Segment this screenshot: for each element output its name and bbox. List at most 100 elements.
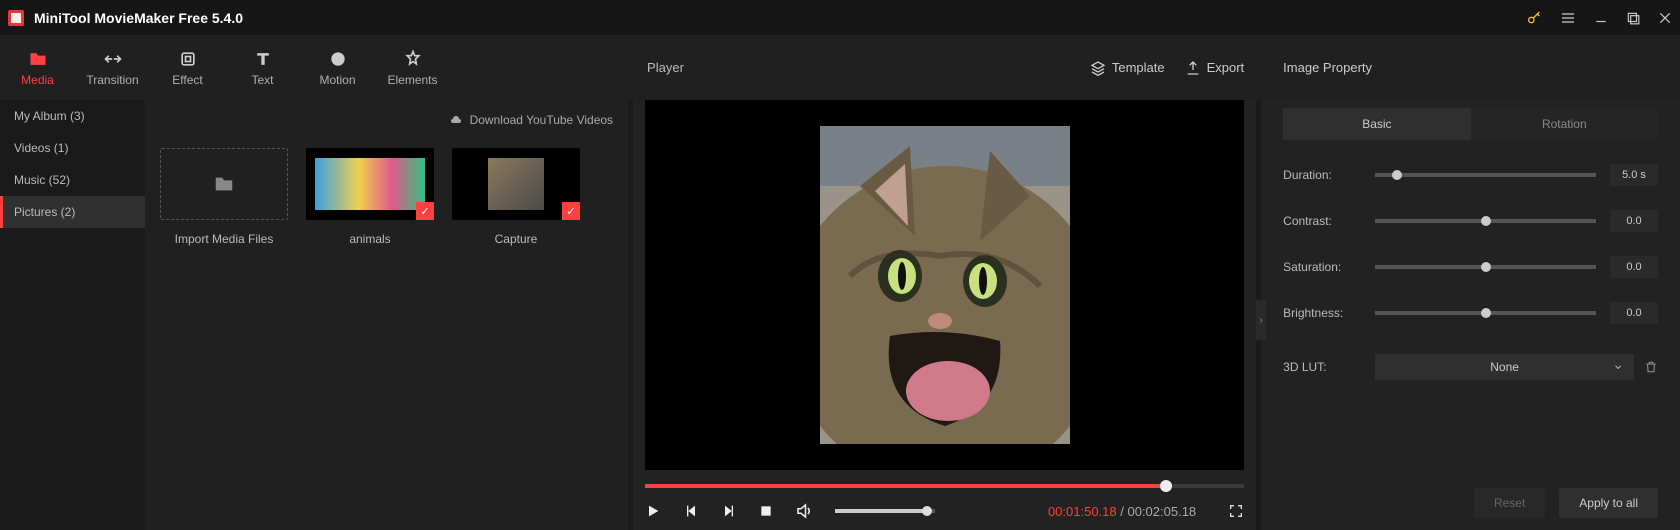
export-button[interactable]: Export — [1185, 60, 1245, 76]
volume-knob[interactable] — [922, 506, 932, 516]
tab-label: Transition — [86, 73, 138, 87]
text-icon — [253, 49, 273, 69]
sidebar-item-album[interactable]: My Album (3) — [0, 100, 145, 132]
total-time: 00:02:05.18 — [1127, 504, 1196, 519]
tab-label: Elements — [387, 73, 437, 87]
tab-label: Media — [21, 73, 54, 87]
download-youtube-link[interactable]: Download YouTube Videos — [160, 110, 613, 130]
check-icon: ✓ — [562, 202, 580, 220]
sidebar-item-label: My Album (3) — [14, 109, 85, 123]
import-media-button[interactable]: Import Media Files — [160, 148, 288, 246]
effect-icon — [178, 49, 198, 69]
prev-button[interactable] — [683, 503, 699, 519]
tab-label: Motion — [319, 73, 355, 87]
lut-select[interactable]: None — [1375, 354, 1634, 380]
button-label: Apply to all — [1579, 496, 1638, 510]
button-label: Reset — [1494, 496, 1525, 510]
tab-effect[interactable]: Effect — [150, 35, 225, 100]
saturation-value[interactable]: 0.0 — [1610, 256, 1658, 278]
upload-icon — [1185, 60, 1201, 76]
maximize-icon[interactable] — [1626, 11, 1640, 25]
media-label: animals — [349, 232, 390, 246]
sidebar-item-label: Pictures (2) — [14, 205, 75, 219]
tab-label: Effect — [172, 73, 202, 87]
tab-label: Basic — [1362, 117, 1391, 131]
property-panel: › Image Property Basic Rotation Duration… — [1261, 100, 1680, 530]
property-title: Image Property — [1283, 35, 1658, 100]
tab-transition[interactable]: Transition — [75, 35, 150, 100]
play-button[interactable] — [645, 503, 661, 519]
app-title: MiniTool MovieMaker Free 5.4.0 — [34, 10, 1526, 26]
titlebar: MiniTool MovieMaker Free 5.4.0 — [0, 0, 1680, 35]
key-icon[interactable] — [1526, 10, 1542, 26]
media-item-capture[interactable]: ✓ Capture — [452, 148, 580, 246]
saturation-slider[interactable] — [1375, 265, 1596, 269]
tab-basic[interactable]: Basic — [1283, 108, 1470, 140]
time-separator: / — [1117, 504, 1128, 519]
tab-elements[interactable]: Elements — [375, 35, 450, 100]
reset-button[interactable]: Reset — [1474, 488, 1545, 518]
volume-slider[interactable] — [835, 509, 935, 513]
volume-icon[interactable] — [795, 502, 813, 520]
tab-label: Text — [251, 73, 273, 87]
elements-icon — [403, 49, 423, 69]
minimize-icon[interactable] — [1594, 11, 1608, 25]
sidebar-item-music[interactable]: Music (52) — [0, 164, 145, 196]
folder-icon — [27, 49, 49, 69]
video-preview[interactable] — [645, 100, 1244, 470]
tab-label: Rotation — [1542, 117, 1587, 131]
lut-value: None — [1490, 360, 1519, 374]
apply-all-button[interactable]: Apply to all — [1559, 488, 1658, 518]
folder-icon — [211, 173, 237, 195]
contrast-value[interactable]: 0.0 — [1610, 210, 1658, 232]
transition-icon — [102, 49, 124, 69]
duration-value[interactable]: 5.0 s — [1610, 164, 1658, 186]
slider-knob[interactable] — [1481, 308, 1491, 318]
template-label: Template — [1112, 60, 1165, 75]
duration-slider[interactable] — [1375, 173, 1596, 177]
motion-icon — [328, 49, 348, 69]
tab-motion[interactable]: Motion — [300, 35, 375, 100]
media-label: Capture — [495, 232, 538, 246]
cloud-icon — [448, 114, 464, 126]
contrast-slider[interactable] — [1375, 219, 1596, 223]
duration-label: Duration: — [1283, 168, 1361, 182]
current-time: 00:01:50.18 — [1048, 504, 1117, 519]
media-panel: My Album (3) Videos (1) Music (52) Pictu… — [0, 100, 628, 530]
menu-icon[interactable] — [1560, 10, 1576, 26]
brightness-value[interactable]: 0.0 — [1610, 302, 1658, 324]
check-icon: ✓ — [416, 202, 434, 220]
sidebar-item-label: Music (52) — [14, 173, 70, 187]
close-icon[interactable] — [1658, 11, 1672, 25]
time-display: 00:01:50.18 / 00:02:05.18 — [1048, 504, 1196, 519]
app-logo — [8, 10, 24, 26]
brightness-slider[interactable] — [1375, 311, 1596, 315]
sidebar-item-videos[interactable]: Videos (1) — [0, 132, 145, 164]
slider-knob[interactable] — [1481, 216, 1491, 226]
tab-text[interactable]: Text — [225, 35, 300, 100]
stop-button[interactable] — [759, 504, 773, 518]
sidebar-item-label: Videos (1) — [14, 141, 68, 155]
collapse-handle[interactable]: › — [1256, 300, 1266, 340]
trash-icon[interactable] — [1644, 360, 1658, 374]
tab-rotation[interactable]: Rotation — [1471, 108, 1658, 140]
sidebar-item-pictures[interactable]: Pictures (2) — [0, 196, 145, 228]
slider-knob[interactable] — [1481, 262, 1491, 272]
tab-media[interactable]: Media — [0, 35, 75, 100]
template-button[interactable]: Template — [1090, 60, 1165, 76]
brightness-label: Brightness: — [1283, 306, 1361, 320]
saturation-label: Saturation: — [1283, 260, 1361, 274]
next-button[interactable] — [721, 503, 737, 519]
playback-progress[interactable] — [645, 484, 1244, 488]
layers-icon — [1090, 60, 1106, 76]
media-sidebar: My Album (3) Videos (1) Music (52) Pictu… — [0, 100, 145, 530]
fullscreen-button[interactable] — [1228, 503, 1244, 519]
lut-label: 3D LUT: — [1283, 360, 1361, 374]
progress-knob[interactable] — [1160, 480, 1172, 492]
export-label: Export — [1207, 60, 1245, 75]
contrast-label: Contrast: — [1283, 214, 1361, 228]
media-item-animals[interactable]: ✓ animals — [306, 148, 434, 246]
slider-knob[interactable] — [1392, 170, 1402, 180]
media-label: Import Media Files — [175, 232, 274, 246]
player-panel: Player Template Export — [633, 100, 1256, 530]
